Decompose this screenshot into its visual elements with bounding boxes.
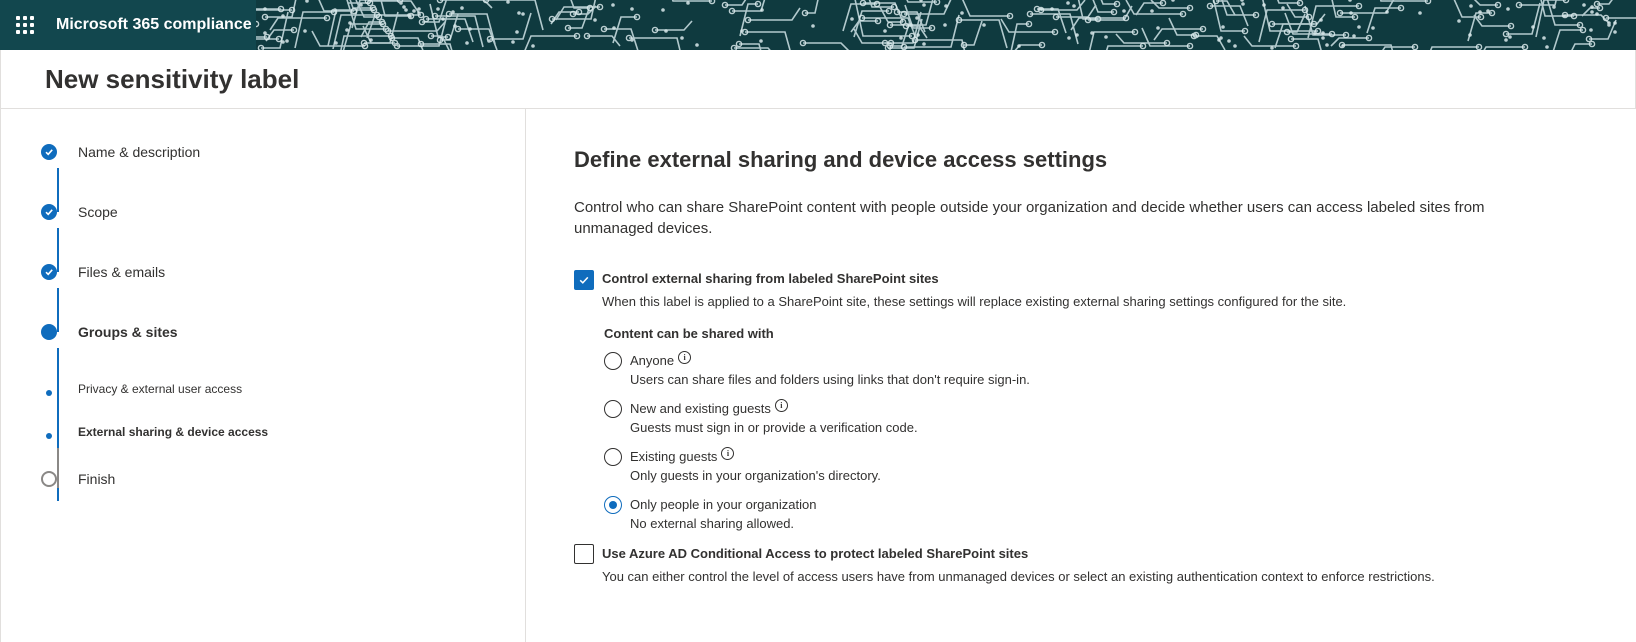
app-header: Microsoft 365 compliance: [0, 0, 1636, 50]
checkmark-icon: [579, 276, 589, 284]
brand-area: Microsoft 365 compliance: [0, 0, 256, 50]
wizard-step-label: Groups & sites: [78, 324, 178, 340]
step-connector: [57, 228, 59, 272]
radio-anyone[interactable]: [604, 352, 622, 370]
external-sharing-description: When this label is applied to a SharePoi…: [602, 294, 1347, 309]
waffle-icon[interactable]: [0, 0, 50, 50]
wizard-step-label: Finish: [78, 471, 116, 487]
step-complete-check-icon: [41, 204, 57, 220]
wizard-step-label: Scope: [78, 204, 118, 220]
step-complete-check-icon: [41, 264, 57, 280]
step-current-indicator: [41, 324, 57, 340]
step-pending-circle: [41, 471, 57, 487]
radio-only-organization-description: No external sharing allowed.: [630, 516, 795, 531]
info-icon[interactable]: i: [774, 399, 788, 412]
wizard-substep-label: External sharing & device access: [78, 425, 269, 439]
radio-only-organization-label[interactable]: Only people in your organization: [630, 497, 816, 512]
section-description: Control who can share SharePoint content…: [574, 199, 1485, 237]
header-circuit-pattern: [256, 0, 1636, 50]
wizard-step-label: Files & emails: [78, 264, 166, 280]
substep-dot: [46, 390, 52, 396]
radio-anyone-description: Users can share files and folders using …: [630, 372, 1030, 387]
radio-anyone-label[interactable]: Anyone i: [630, 351, 692, 368]
radio-new-existing-guests-label[interactable]: New and existing guests i: [630, 399, 788, 416]
wizard-nav: Name & description Scope Files & emails …: [0, 109, 526, 642]
radio-existing-guests-label[interactable]: Existing guests i: [630, 447, 735, 464]
step-connector: [57, 288, 59, 332]
wizard-step-label: Name & description: [78, 144, 201, 160]
wizard-substep-label: Privacy & external user access: [78, 382, 243, 396]
section-heading: Define external sharing and device acces…: [574, 147, 1108, 172]
radio-existing-guests[interactable]: [604, 448, 622, 466]
info-icon[interactable]: i: [678, 351, 692, 364]
conditional-access-description: You can either control the level of acce…: [602, 569, 1435, 584]
conditional-access-title[interactable]: Use Azure AD Conditional Access to prote…: [602, 546, 1028, 561]
share-with-group-label: Content can be shared with: [604, 326, 774, 341]
radio-only-organization[interactable]: [604, 496, 622, 514]
conditional-access-checkbox[interactable]: [574, 544, 594, 564]
substep-dot: [46, 433, 52, 439]
radio-only-organization-text: Only people in your organization: [630, 497, 817, 512]
radio-new-existing-guests[interactable]: [604, 400, 622, 418]
app-title[interactable]: Microsoft 365 compliance: [56, 16, 252, 34]
radio-existing-guests-text: Existing guests: [630, 449, 718, 464]
external-sharing-title[interactable]: Control external sharing from labeled Sh…: [602, 271, 939, 286]
radio-new-existing-guests-description: Guests must sign in or provide a verific…: [630, 420, 918, 435]
page-title: New sensitivity label: [45, 64, 300, 94]
step-complete-check-icon: [41, 144, 57, 160]
radio-new-existing-guests-text: New and existing guests: [630, 401, 771, 416]
radio-existing-guests-description: Only guests in your organization's direc…: [630, 468, 881, 483]
page-title-bar: New sensitivity label: [0, 50, 1636, 109]
step-connector: [57, 448, 59, 488]
radio-anyone-text: Anyone: [630, 353, 675, 368]
info-icon[interactable]: i: [721, 447, 735, 460]
step-connector: [57, 168, 59, 212]
external-sharing-checkbox[interactable]: [574, 270, 594, 290]
